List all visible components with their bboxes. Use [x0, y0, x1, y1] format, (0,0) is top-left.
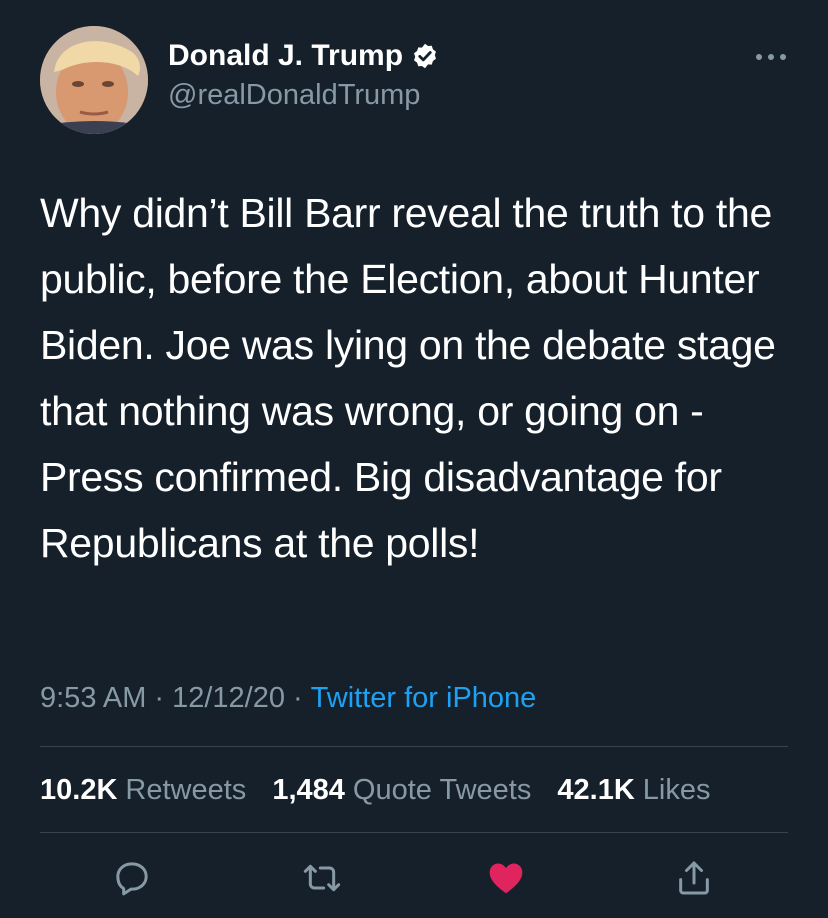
author-info[interactable]: Donald J. Trump @realDonaldTrump	[168, 38, 439, 114]
reply-button[interactable]	[110, 856, 154, 900]
likes-count: 42.1K	[557, 774, 635, 806]
tweet-detail: Donald J. Trump @realDonaldTrump Why did…	[0, 0, 828, 918]
more-options-icon[interactable]	[754, 50, 788, 64]
verified-badge-icon	[411, 42, 439, 70]
retweets-stat[interactable]: 10.2K Retweets	[40, 774, 246, 806]
quote-tweets-count: 1,484	[272, 774, 345, 806]
retweet-icon	[303, 864, 341, 892]
meta-separator: ·	[292, 682, 303, 714]
retweet-button[interactable]	[300, 856, 344, 900]
quote-tweets-label: Quote Tweets	[352, 774, 532, 806]
share-icon	[679, 861, 709, 895]
divider	[40, 832, 788, 833]
display-name[interactable]: Donald J. Trump	[168, 38, 403, 74]
likes-label: Likes	[642, 774, 711, 806]
tweet-text: Why didn’t Bill Barr reveal the truth to…	[40, 190, 776, 566]
reply-icon	[116, 862, 148, 896]
share-button[interactable]	[672, 856, 716, 900]
tweet-metadata: 9:53 AM · 12/12/20 · Twitter for iPhone	[40, 678, 536, 718]
retweets-count: 10.2K	[40, 774, 118, 806]
tweet-stats: 10.2K Retweets 1,484 Quote Tweets 42.1K Lik…	[40, 770, 728, 810]
meta-separator: ·	[154, 682, 165, 714]
profile-photo	[40, 26, 148, 134]
avatar[interactable]	[40, 26, 148, 134]
tweet-date: 12/12/20	[172, 682, 285, 714]
tweet-actions	[0, 850, 828, 910]
tweet-header: Donald J. Trump @realDonaldTrump	[40, 26, 788, 136]
user-handle[interactable]: @realDonaldTrump	[168, 76, 439, 114]
heart-icon	[489, 863, 523, 894]
divider	[40, 746, 788, 747]
quote-tweets-stat[interactable]: 1,484 Quote Tweets	[272, 774, 531, 806]
likes-stat[interactable]: 42.1K Likes	[557, 774, 710, 806]
tweet-source-link[interactable]: Twitter for iPhone	[311, 682, 537, 714]
tweet-time: 9:53 AM	[40, 682, 147, 714]
like-button[interactable]	[484, 856, 528, 900]
retweets-label: Retweets	[125, 774, 247, 806]
